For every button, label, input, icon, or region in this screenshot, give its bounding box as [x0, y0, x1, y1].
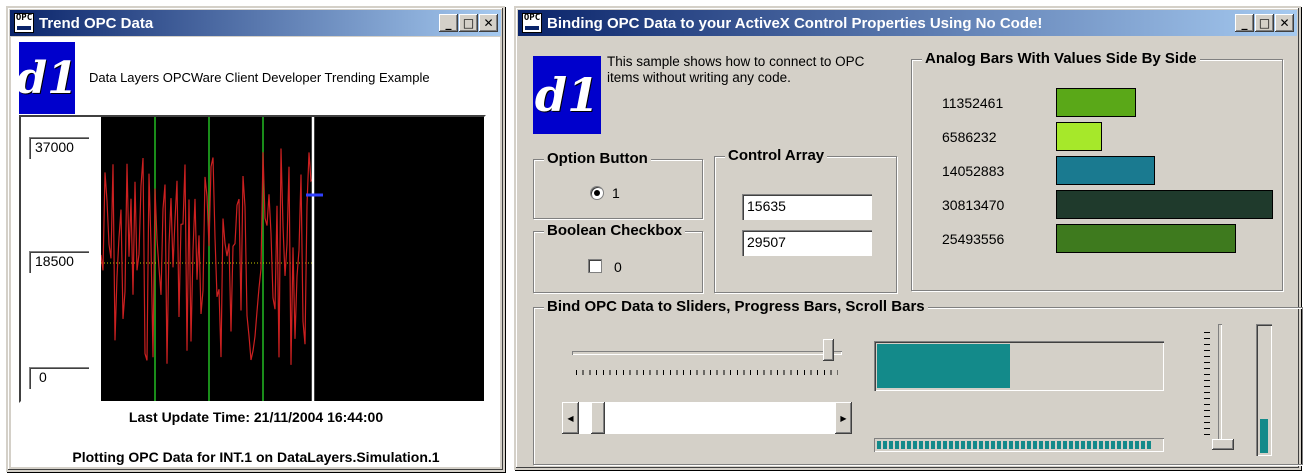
analog-value-label: 30813470 [942, 197, 1005, 213]
control-array-group: Control Array 15635 29507 [714, 147, 897, 293]
slider-ticks [1204, 332, 1210, 440]
vertical-slider[interactable] [1202, 324, 1242, 454]
y-axis-mid-label: 18500 [29, 251, 89, 273]
option-radio[interactable] [590, 186, 604, 200]
sliders-group: Bind OPC Data to Sliders, Progress Bars,… [533, 298, 1303, 465]
binding-client-area: d1 This sample shows how to connect to O… [519, 37, 1303, 465]
maximize-button[interactable]: □ [1255, 14, 1274, 32]
app-icon[interactable]: OPC [14, 13, 34, 33]
window-title: Binding OPC Data to your ActiveX Control… [547, 14, 1043, 32]
group-title: Analog Bars With Values Side By Side [922, 50, 1200, 67]
analog-bar [1056, 122, 1102, 151]
analog-bar [1056, 224, 1236, 253]
slider-thumb[interactable] [1212, 439, 1234, 450]
checkbox-label: 0 [614, 259, 622, 275]
analog-bar [1056, 190, 1273, 219]
dl-logo: d1 [16, 42, 78, 114]
slider-ticks [576, 370, 838, 375]
slider-track [572, 351, 842, 355]
slider-thumb[interactable] [823, 339, 834, 361]
progress-fill [877, 344, 1010, 388]
analog-bars-group: Analog Bars With Values Side By Side 113… [911, 50, 1283, 291]
trend-description: Data Layers OPCWare Client Developer Tre… [89, 70, 430, 85]
dl-logo: d1 [533, 56, 601, 134]
binding-window: OPC Binding OPC Data to your ActiveX Con… [514, 6, 1303, 470]
radio-dot [594, 190, 600, 196]
option-label: 1 [612, 185, 620, 201]
analog-bar [1056, 156, 1155, 185]
group-title: Bind OPC Data to Sliders, Progress Bars,… [544, 298, 928, 315]
analog-value-label: 11352461 [942, 95, 1004, 111]
control-array-input-0[interactable]: 15635 [742, 194, 872, 220]
scroll-thumb[interactable] [591, 402, 605, 434]
y-axis-max-label: 37000 [29, 137, 89, 159]
vertical-progress-fill [1260, 419, 1268, 453]
scroll-right-button[interactable]: ▶ [835, 402, 852, 434]
vertical-progress-bar [1256, 324, 1272, 456]
last-update-time: Last Update Time: 21/11/2004 16:44:00 [128, 409, 384, 425]
segmented-progress-bar [874, 438, 1164, 452]
analog-value-label: 14052883 [942, 163, 1005, 179]
plotting-status: Plotting OPC Data for INT.1 on DataLayer… [72, 449, 440, 465]
boolean-checkbox-group: Boolean Checkbox 0 [533, 222, 703, 293]
boolean-checkbox[interactable] [588, 259, 602, 273]
close-button[interactable]: ✕ [479, 14, 498, 32]
control-array-input-1[interactable]: 29507 [742, 230, 872, 256]
trend-client-area: d1 Data Layers OPCWare Client Developer … [11, 37, 500, 467]
minimize-button[interactable]: _ [439, 14, 458, 32]
window-title: Trend OPC Data [39, 14, 154, 32]
analog-bar [1056, 88, 1136, 117]
app-icon[interactable]: OPC [522, 13, 542, 33]
horizontal-slider[interactable] [572, 336, 842, 380]
intro-text: This sample shows how to connect to OPC … [607, 54, 865, 85]
trend-window: OPC Trend OPC Data _ □ ✕ d1 Data Layers … [6, 6, 505, 472]
analog-value-label: 25493556 [942, 231, 1005, 247]
group-title: Control Array [725, 147, 828, 164]
slider-track [1218, 324, 1222, 450]
analog-value-label: 6586232 [942, 129, 997, 145]
minimize-button[interactable]: _ [1235, 14, 1254, 32]
segmented-progress-fill [877, 441, 1152, 449]
progress-bar [874, 341, 1164, 391]
y-axis-min-label: 0 [29, 367, 89, 389]
trend-plot-area [101, 117, 484, 401]
option-button-group: Option Button 1 [533, 150, 703, 219]
scroll-left-button[interactable]: ◀ [562, 402, 579, 434]
trend-chart: 37000 18500 0 [19, 115, 486, 403]
group-title: Option Button [544, 150, 651, 167]
trend-title-bar[interactable]: OPC Trend OPC Data _ □ ✕ [10, 10, 501, 36]
horizontal-scrollbar[interactable]: ◀ ▶ [562, 402, 852, 434]
maximize-button[interactable]: □ [459, 14, 478, 32]
group-title: Boolean Checkbox [544, 222, 686, 239]
y-axis-panel: 37000 18500 0 [21, 117, 101, 401]
close-button[interactable]: ✕ [1275, 14, 1294, 32]
binding-title-bar[interactable]: OPC Binding OPC Data to your ActiveX Con… [518, 10, 1297, 36]
